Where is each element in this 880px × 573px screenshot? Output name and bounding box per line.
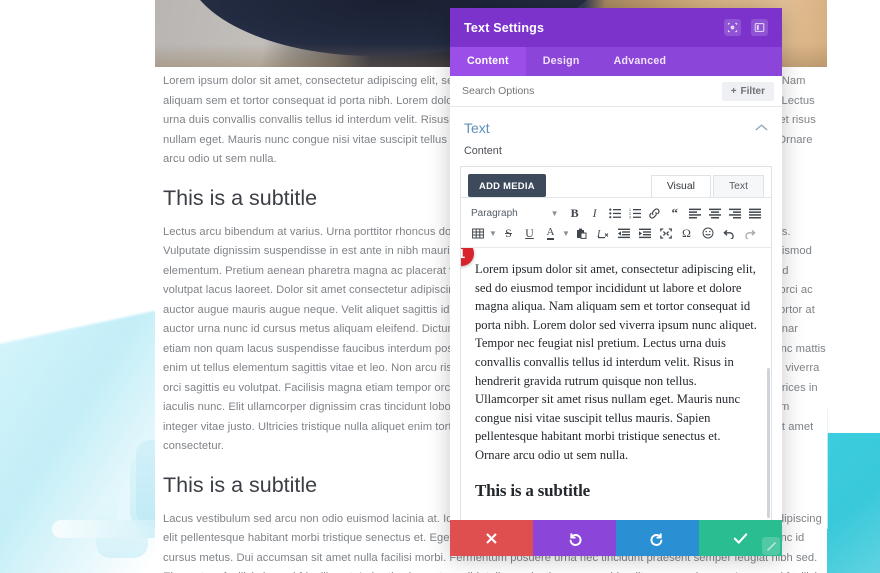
layout-panel-icon[interactable] xyxy=(751,19,768,36)
target-icon[interactable] xyxy=(724,19,741,36)
chevron-up-icon[interactable] xyxy=(755,119,768,137)
add-media-button[interactable]: ADD MEDIA xyxy=(468,174,546,197)
text-settings-modal: Text Settings Content Design Advanced Se… xyxy=(450,8,782,556)
editor-scrollbar-thumb[interactable] xyxy=(767,368,770,518)
blockquote-icon[interactable]: “ xyxy=(665,204,685,223)
content-field-label: Content xyxy=(464,145,502,157)
emoji-icon[interactable] xyxy=(697,224,718,243)
cancel-button[interactable] xyxy=(450,520,533,556)
modal-footer xyxy=(450,520,782,556)
table-chevron-down-icon[interactable]: ▼ xyxy=(488,229,498,238)
plus-icon: + xyxy=(730,85,737,97)
close-icon xyxy=(485,532,498,545)
special-character-icon[interactable]: Ω xyxy=(676,224,697,243)
underline-icon[interactable]: U xyxy=(519,224,540,243)
editor-toolbar-row-2: ▼ S U A ▼ I Ω xyxy=(467,223,765,243)
filter-button[interactable]: + Filter xyxy=(721,81,774,101)
wysiwyg-editor: ADD MEDIA Visual Text Paragraph ▼ B I 1 … xyxy=(460,166,772,520)
paragraph-format-label: Paragraph xyxy=(471,207,518,219)
indent-icon[interactable] xyxy=(634,224,655,243)
text-color-icon[interactable]: A xyxy=(540,224,561,243)
tab-design[interactable]: Design xyxy=(526,47,597,76)
text-section-header[interactable]: Text xyxy=(450,107,782,145)
screenshot-root: Lorem ipsum dolor sit amet, consectetur … xyxy=(0,0,880,573)
bold-icon[interactable]: B xyxy=(565,204,585,223)
redo-button[interactable] xyxy=(616,520,699,556)
editor-heading: This is a subtitle xyxy=(475,480,590,500)
undo-arrow-icon xyxy=(567,531,582,546)
paste-as-text-icon[interactable] xyxy=(571,224,592,243)
checkmark-icon xyxy=(733,532,748,545)
italic-icon[interactable]: I xyxy=(585,204,605,223)
align-center-icon[interactable] xyxy=(705,204,725,223)
paragraph-format-select[interactable]: Paragraph ▼ xyxy=(467,204,565,223)
modal-body: Text Content ADD MEDIA Visual Text Parag… xyxy=(450,107,782,520)
modal-tabs: Content Design Advanced xyxy=(450,47,782,76)
resize-handle[interactable] xyxy=(762,537,780,555)
modal-title: Text Settings xyxy=(464,20,545,35)
clear-formatting-icon[interactable]: I xyxy=(592,224,613,243)
link-icon[interactable] xyxy=(645,204,665,223)
modal-header: Text Settings xyxy=(450,8,782,47)
redo-arrow-icon xyxy=(650,531,665,546)
outdent-icon[interactable] xyxy=(613,224,634,243)
editor-mode-tabs: Visual Text xyxy=(650,175,764,197)
strikethrough-icon[interactable]: S xyxy=(498,224,519,243)
chevron-down-icon: ▼ xyxy=(550,208,559,218)
section-title: Text xyxy=(464,120,490,136)
editor-toolbar-row-1: Paragraph ▼ B I 1 2 3 “ xyxy=(467,203,765,223)
fullscreen-icon[interactable] xyxy=(655,224,676,243)
editor-scrollbar[interactable] xyxy=(766,248,771,520)
align-right-icon[interactable] xyxy=(725,204,745,223)
tab-text[interactable]: Text xyxy=(712,175,764,197)
decorative-card-7 xyxy=(52,520,162,538)
table-icon[interactable] xyxy=(467,224,488,243)
svg-text:3: 3 xyxy=(629,215,631,218)
undo-button[interactable] xyxy=(533,520,616,556)
redo-icon[interactable] xyxy=(739,224,760,243)
undo-icon[interactable] xyxy=(718,224,739,243)
editor-top-bar: ADD MEDIA Visual Text xyxy=(461,167,771,197)
search-input[interactable] xyxy=(462,85,722,97)
modal-header-actions xyxy=(724,19,768,36)
tab-content[interactable]: Content xyxy=(450,47,526,76)
tab-advanced[interactable]: Advanced xyxy=(597,47,684,76)
editor-content-area[interactable]: 1 Lorem ipsum dolor sit amet, consectetu… xyxy=(461,247,771,520)
search-options-bar: + Filter xyxy=(450,76,782,107)
step-badge-1: 1 xyxy=(461,248,474,266)
filter-button-label: Filter xyxy=(740,85,765,97)
editor-paragraph: Lorem ipsum dolor sit amet, consectetur … xyxy=(475,262,757,462)
tab-visual[interactable]: Visual xyxy=(650,175,711,197)
decorative-card-3 xyxy=(96,500,148,558)
editor-toolbar: Paragraph ▼ B I 1 2 3 “ ▼ S U A ▼ I Ω xyxy=(461,197,771,247)
save-button[interactable] xyxy=(699,520,782,556)
bulleted-list-icon[interactable] xyxy=(605,204,625,223)
text-color-chevron-down-icon[interactable]: ▼ xyxy=(561,229,571,238)
align-left-icon[interactable] xyxy=(685,204,705,223)
align-justify-icon[interactable] xyxy=(745,204,765,223)
numbered-list-icon[interactable]: 1 2 3 xyxy=(625,204,645,223)
